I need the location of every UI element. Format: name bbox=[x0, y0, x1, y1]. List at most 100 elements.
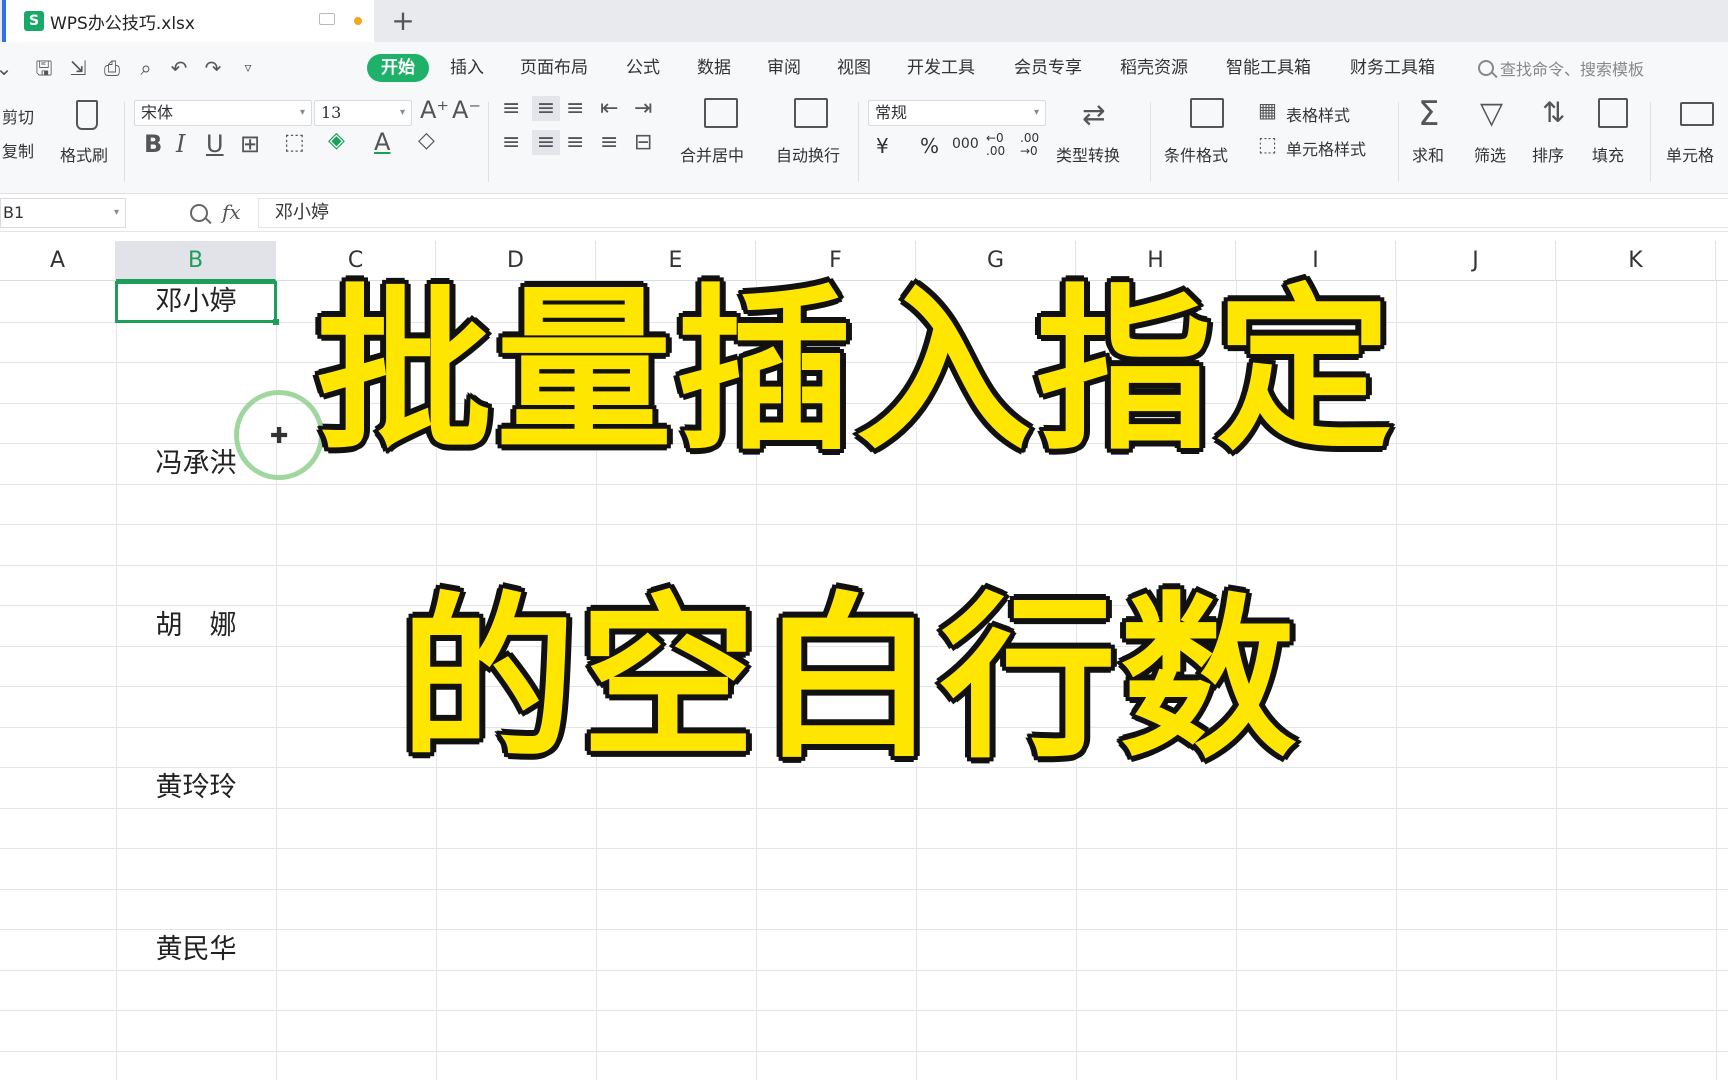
bold-icon[interactable]: B bbox=[144, 130, 162, 158]
grid-row-line bbox=[0, 1051, 1728, 1052]
decrease-font-icon[interactable]: A⁻ bbox=[452, 96, 481, 124]
sort-icon[interactable]: ⇅ bbox=[1542, 96, 1565, 129]
ribbon-separator bbox=[488, 102, 489, 182]
thousands-separator-button[interactable]: 000 bbox=[952, 136, 979, 152]
ribbon-separator bbox=[1398, 102, 1399, 182]
formula-input[interactable]: 邓小婷 bbox=[258, 198, 1728, 228]
increase-font-icon[interactable]: A⁺ bbox=[420, 96, 449, 124]
tab-developer[interactable]: 开发工具 bbox=[907, 42, 975, 94]
tab-finance-toolbox[interactable]: 财务工具箱 bbox=[1350, 42, 1435, 94]
align-right-icon[interactable]: ≡ bbox=[566, 130, 584, 155]
grid-row-line bbox=[0, 1010, 1728, 1011]
distributed-align-icon[interactable]: ⊟ bbox=[634, 130, 652, 155]
increase-indent-icon[interactable]: ⇥ bbox=[634, 96, 652, 121]
align-bottom-icon[interactable]: ≡ bbox=[566, 96, 584, 121]
currency-button[interactable]: ¥ bbox=[876, 134, 889, 158]
type-convert-icon[interactable]: ⇄ bbox=[1082, 98, 1105, 131]
ribbon-tab-bar: ⌄ 🖫 ⇲ ⎙ ⌕ ↶ ↷ ▿ 开始 插入 页面布局 公式 数据 审阅 视图 开… bbox=[0, 42, 1728, 94]
font-name-select[interactable]: 宋体 ▾ bbox=[134, 100, 312, 126]
clear-format-icon[interactable]: ◇ bbox=[418, 128, 435, 153]
cell-button[interactable]: 单元格 bbox=[1666, 142, 1714, 166]
fill-color-icon[interactable]: ◈ bbox=[328, 128, 345, 153]
fill-button[interactable]: 填充 bbox=[1592, 142, 1624, 166]
table-style-icon[interactable]: ▦ bbox=[1258, 98, 1277, 122]
decrease-indent-icon[interactable]: ⇤ bbox=[600, 96, 618, 121]
sum-button[interactable]: 求和 bbox=[1412, 142, 1444, 166]
cell-b13[interactable]: 黄玲玲 bbox=[116, 768, 276, 808]
tab-page-layout[interactable]: 页面布局 bbox=[520, 42, 588, 94]
format-painter-button[interactable]: 格式刷 bbox=[60, 142, 108, 166]
tab-insert[interactable]: 插入 bbox=[450, 42, 484, 94]
merge-center-button[interactable]: 合并居中 bbox=[680, 142, 744, 166]
chevron-down-icon[interactable]: ⌄ bbox=[0, 56, 16, 80]
filter-icon[interactable]: ▽ bbox=[1480, 96, 1503, 131]
tab-docer-resources[interactable]: 稻壳资源 bbox=[1120, 42, 1188, 94]
align-center-icon[interactable]: ≡ bbox=[532, 130, 560, 155]
tab-formulas[interactable]: 公式 bbox=[626, 42, 660, 94]
new-tab-button[interactable]: + bbox=[388, 2, 418, 38]
merge-center-icon[interactable] bbox=[704, 98, 738, 128]
document-tab[interactable]: S WPS办公技巧.xlsx bbox=[2, 0, 374, 42]
tab-smart-toolbox[interactable]: 智能工具箱 bbox=[1226, 42, 1311, 94]
zoom-icon[interactable] bbox=[190, 204, 208, 222]
tab-start[interactable]: 开始 bbox=[367, 54, 429, 82]
undo-icon[interactable]: ↶ bbox=[167, 56, 191, 80]
cell-b1[interactable]: 邓小婷 bbox=[116, 282, 276, 322]
cell-b9[interactable]: 胡 娜 bbox=[116, 606, 276, 646]
align-middle-icon[interactable]: ≡ bbox=[532, 96, 560, 121]
tab-data[interactable]: 数据 bbox=[697, 42, 731, 94]
column-header-b[interactable]: B bbox=[116, 241, 276, 281]
type-convert-button[interactable]: 类型转换 bbox=[1056, 142, 1120, 166]
name-box[interactable]: B1 ▾ bbox=[0, 198, 126, 228]
filter-button[interactable]: 筛选 bbox=[1474, 142, 1506, 166]
tab-view[interactable]: 视图 bbox=[837, 42, 871, 94]
tab-review[interactable]: 审阅 bbox=[767, 42, 801, 94]
overlay-headline-line-2: 的空白行数 bbox=[397, 574, 1301, 785]
sort-button[interactable]: 排序 bbox=[1532, 142, 1564, 166]
export-icon[interactable]: ⇲ bbox=[66, 56, 90, 80]
decrease-decimal-button[interactable]: .00 →0 bbox=[1020, 132, 1039, 158]
borders-icon[interactable]: ⊞ bbox=[240, 130, 260, 158]
fill-down-icon[interactable] bbox=[1598, 98, 1628, 128]
cell-style-button[interactable]: 单元格样式 bbox=[1286, 136, 1366, 160]
underline-icon[interactable]: U bbox=[206, 130, 224, 158]
redo-icon[interactable]: ↷ bbox=[201, 56, 225, 80]
wrap-text-icon[interactable] bbox=[794, 98, 828, 128]
cut-button[interactable]: 剪切 bbox=[2, 104, 34, 128]
italic-icon[interactable]: I bbox=[176, 130, 185, 158]
fill-shape-icon[interactable]: ⬚ bbox=[284, 130, 305, 155]
justify-icon[interactable]: ≡ bbox=[600, 130, 618, 155]
percent-button[interactable]: % bbox=[920, 134, 939, 158]
monitor-icon[interactable] bbox=[319, 13, 335, 25]
conditional-format-icon[interactable] bbox=[1190, 98, 1224, 128]
format-painter-icon[interactable] bbox=[76, 100, 98, 130]
number-format-select[interactable]: 常规 ▾ bbox=[868, 100, 1046, 126]
font-color-icon[interactable]: A bbox=[374, 128, 390, 156]
font-size-select[interactable]: 13 ▾ bbox=[314, 100, 412, 126]
print-preview-icon[interactable]: ⌕ bbox=[134, 56, 158, 80]
tab-member[interactable]: 会员专享 bbox=[1014, 42, 1082, 94]
column-header-j[interactable]: J bbox=[1396, 241, 1556, 281]
grid-row-line bbox=[0, 848, 1728, 849]
grid-column-line bbox=[1556, 281, 1557, 1080]
column-header-a[interactable]: A bbox=[0, 241, 116, 281]
copy-button[interactable]: 复制 bbox=[2, 138, 34, 162]
customize-toolbar-icon[interactable]: ▿ bbox=[236, 56, 260, 80]
function-icon[interactable]: fx bbox=[222, 200, 241, 224]
align-left-icon[interactable]: ≡ bbox=[502, 130, 520, 155]
increase-decimal-button[interactable]: ←0 .00 bbox=[986, 132, 1005, 158]
table-style-button[interactable]: 表格样式 bbox=[1286, 102, 1350, 126]
ribbon-separator bbox=[858, 102, 859, 182]
conditional-format-button[interactable]: 条件格式 bbox=[1164, 142, 1228, 166]
column-header-k[interactable]: K bbox=[1556, 241, 1716, 281]
cell-icon[interactable] bbox=[1680, 102, 1714, 126]
wrap-text-button[interactable]: 自动换行 bbox=[776, 142, 840, 166]
command-search[interactable]: 查找命令、搜索模板 bbox=[1478, 56, 1644, 80]
save-icon[interactable]: 🖫 bbox=[32, 56, 56, 80]
print-icon[interactable]: ⎙ bbox=[100, 56, 124, 80]
sum-icon[interactable]: Σ bbox=[1418, 94, 1439, 134]
cell-style-icon[interactable]: ⬚ bbox=[1258, 132, 1277, 156]
cell-b17[interactable]: 黄民华 bbox=[116, 930, 276, 970]
overlay-headline-line-1: 批量插入指定 bbox=[313, 266, 1397, 477]
align-top-icon[interactable]: ≡ bbox=[502, 96, 520, 121]
